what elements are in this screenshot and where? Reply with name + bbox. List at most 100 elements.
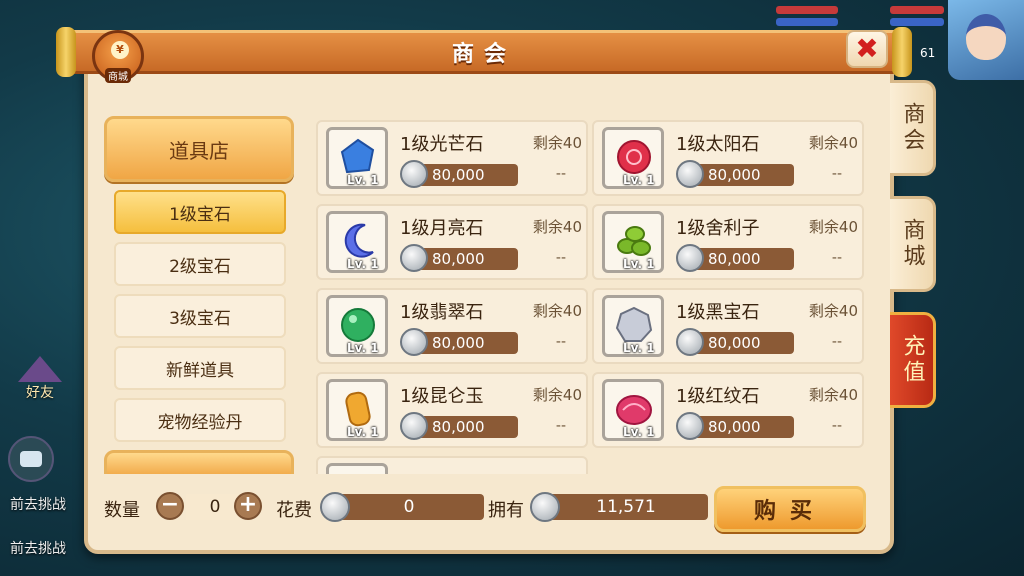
friend-icon [18, 356, 62, 382]
item-icon-box: Lv. 1 [602, 379, 664, 441]
category-item[interactable]: 2级宝石 [114, 242, 286, 286]
item-level: Lv. 1 [623, 341, 655, 355]
owned-label: 拥有 [488, 500, 524, 521]
cost-value: 0 [334, 494, 484, 520]
friend-button[interactable]: 好友 [12, 356, 68, 416]
scroll-rod-right [892, 27, 912, 77]
item-name: 1级翡翠石 [400, 302, 484, 323]
item-icon-box: Lv. 1 [326, 127, 388, 189]
item-remaining: 剩余40 [532, 218, 582, 236]
silver-coin-icon [530, 492, 560, 522]
close-button[interactable]: ✖ [846, 30, 888, 68]
item-level: Lv. 1 [623, 173, 655, 187]
item-remaining: 剩余40 [532, 302, 582, 320]
silver-coin-icon [400, 412, 428, 440]
gem-icon [340, 138, 375, 174]
page-title: 商会 [451, 42, 516, 67]
item-limit: -- [831, 418, 842, 434]
player-level: 61 [920, 46, 936, 60]
silver-coin-icon [676, 328, 704, 356]
item-level: Lv. 1 [347, 173, 379, 187]
tab-mall[interactable]: 商城 [890, 196, 936, 292]
title-bar: 商会 [56, 27, 912, 77]
silver-coin-icon [400, 244, 428, 272]
item-card[interactable]: Lv. 1 1级舍利子 剩余40 80,000 -- [592, 204, 864, 280]
item-limit: -- [555, 418, 566, 434]
item-level: Lv. 1 [623, 425, 655, 439]
item-icon-box: Lv. 1 [326, 379, 388, 441]
category-item[interactable]: 1级宝石 [114, 190, 286, 234]
item-limit: -- [555, 334, 566, 350]
item-card[interactable]: Lv. 1 1级月亮石 剩余40 80,000 -- [316, 204, 588, 280]
buy-button[interactable]: 购买 [714, 486, 866, 532]
tab-commerce[interactable]: 商会 [890, 80, 936, 176]
item-limit: -- [831, 166, 842, 182]
hp-bar [776, 6, 838, 14]
player-avatar[interactable] [948, 0, 1024, 80]
item-price: 80,000 [416, 164, 518, 186]
item-name: 1级太阳石 [676, 134, 760, 155]
category-header-next[interactable] [104, 450, 294, 474]
tab-recharge[interactable]: 充值 [890, 312, 936, 408]
item-name: 1级红纹石 [676, 386, 760, 407]
item-name: 1级舍利子 [676, 218, 760, 239]
item-card[interactable]: Lv. 1 1级太阳石 剩余40 80,000 -- [592, 120, 864, 196]
category-list: 道具店 1级宝石 2级宝石 3级宝石 新鲜道具 宠物经验丹 [104, 116, 296, 474]
chat-button[interactable] [8, 436, 54, 482]
item-card[interactable] [316, 456, 588, 474]
gem-icon [617, 140, 651, 174]
chat-message: 前去挑战 [10, 497, 66, 513]
item-price: 80,000 [692, 248, 794, 270]
item-card[interactable]: Lv. 1 1级翡翠石 剩余40 80,000 -- [316, 288, 588, 364]
category-item[interactable]: 新鲜道具 [114, 346, 286, 390]
friend-label: 好友 [26, 385, 54, 401]
item-card[interactable]: Lv. 1 1级黑宝石 剩余40 80,000 -- [592, 288, 864, 364]
item-card[interactable]: Lv. 1 1级光芒石 剩余40 80,000 -- [316, 120, 588, 196]
item-icon-box: Lv. 1 [602, 211, 664, 273]
pet-mp-bar [890, 18, 944, 26]
chat-message: 前去挑战 [10, 541, 66, 557]
item-name: 1级月亮石 [400, 218, 484, 239]
silver-coin-icon [400, 328, 428, 356]
silver-coin-icon [676, 412, 704, 440]
item-name: 1级昆仑玉 [400, 386, 484, 407]
item-price: 80,000 [416, 416, 518, 438]
item-limit: -- [831, 250, 842, 266]
item-limit: -- [555, 250, 566, 266]
item-card[interactable]: Lv. 1 1级红纹石 剩余40 80,000 -- [592, 372, 864, 448]
gem-icon [617, 226, 651, 256]
avatar-face [966, 14, 1006, 60]
item-remaining: 剩余40 [532, 386, 582, 404]
item-name: 1级黑宝石 [676, 302, 760, 323]
item-level: Lv. 1 [347, 425, 379, 439]
chat-icon [20, 451, 42, 467]
item-card[interactable]: Lv. 1 1级昆仑玉 剩余40 80,000 -- [316, 372, 588, 448]
category-item[interactable]: 宠物经验丹 [114, 398, 286, 442]
item-limit: -- [555, 166, 566, 182]
purchase-bar: 数量 0 − + 花费 0 拥有 11,571 购买 [104, 486, 874, 534]
silver-coin-icon [676, 160, 704, 188]
close-icon: ✖ [855, 32, 879, 65]
item-price: 80,000 [692, 164, 794, 186]
category-header[interactable]: 道具店 [104, 116, 294, 182]
item-price: 80,000 [692, 332, 794, 354]
item-icon-box: Lv. 1 [326, 295, 388, 357]
gem-icon [344, 223, 374, 258]
money-bag-icon: ¥ [111, 41, 129, 59]
shop-badge-label: 商城 [105, 68, 131, 83]
item-level: Lv. 1 [623, 257, 655, 271]
item-limit: -- [831, 334, 842, 350]
item-icon-box: Lv. 1 [602, 295, 664, 357]
decrease-button[interactable]: − [156, 492, 184, 520]
shop-badge: ¥ 商城 [92, 30, 144, 83]
item-grid: Lv. 1 1级光芒石 剩余40 80,000 -- Lv. 1 1级太阳石 剩… [316, 120, 868, 474]
pet-hp-bar [890, 6, 944, 14]
item-remaining: 剩余40 [532, 134, 582, 152]
category-item[interactable]: 3级宝石 [114, 294, 286, 338]
item-price: 80,000 [416, 248, 518, 270]
gem-icon [615, 306, 653, 342]
mp-bar [776, 18, 838, 26]
quantity-label: 数量 [104, 500, 140, 521]
cost-label: 花费 [276, 500, 312, 521]
increase-button[interactable]: + [234, 492, 262, 520]
